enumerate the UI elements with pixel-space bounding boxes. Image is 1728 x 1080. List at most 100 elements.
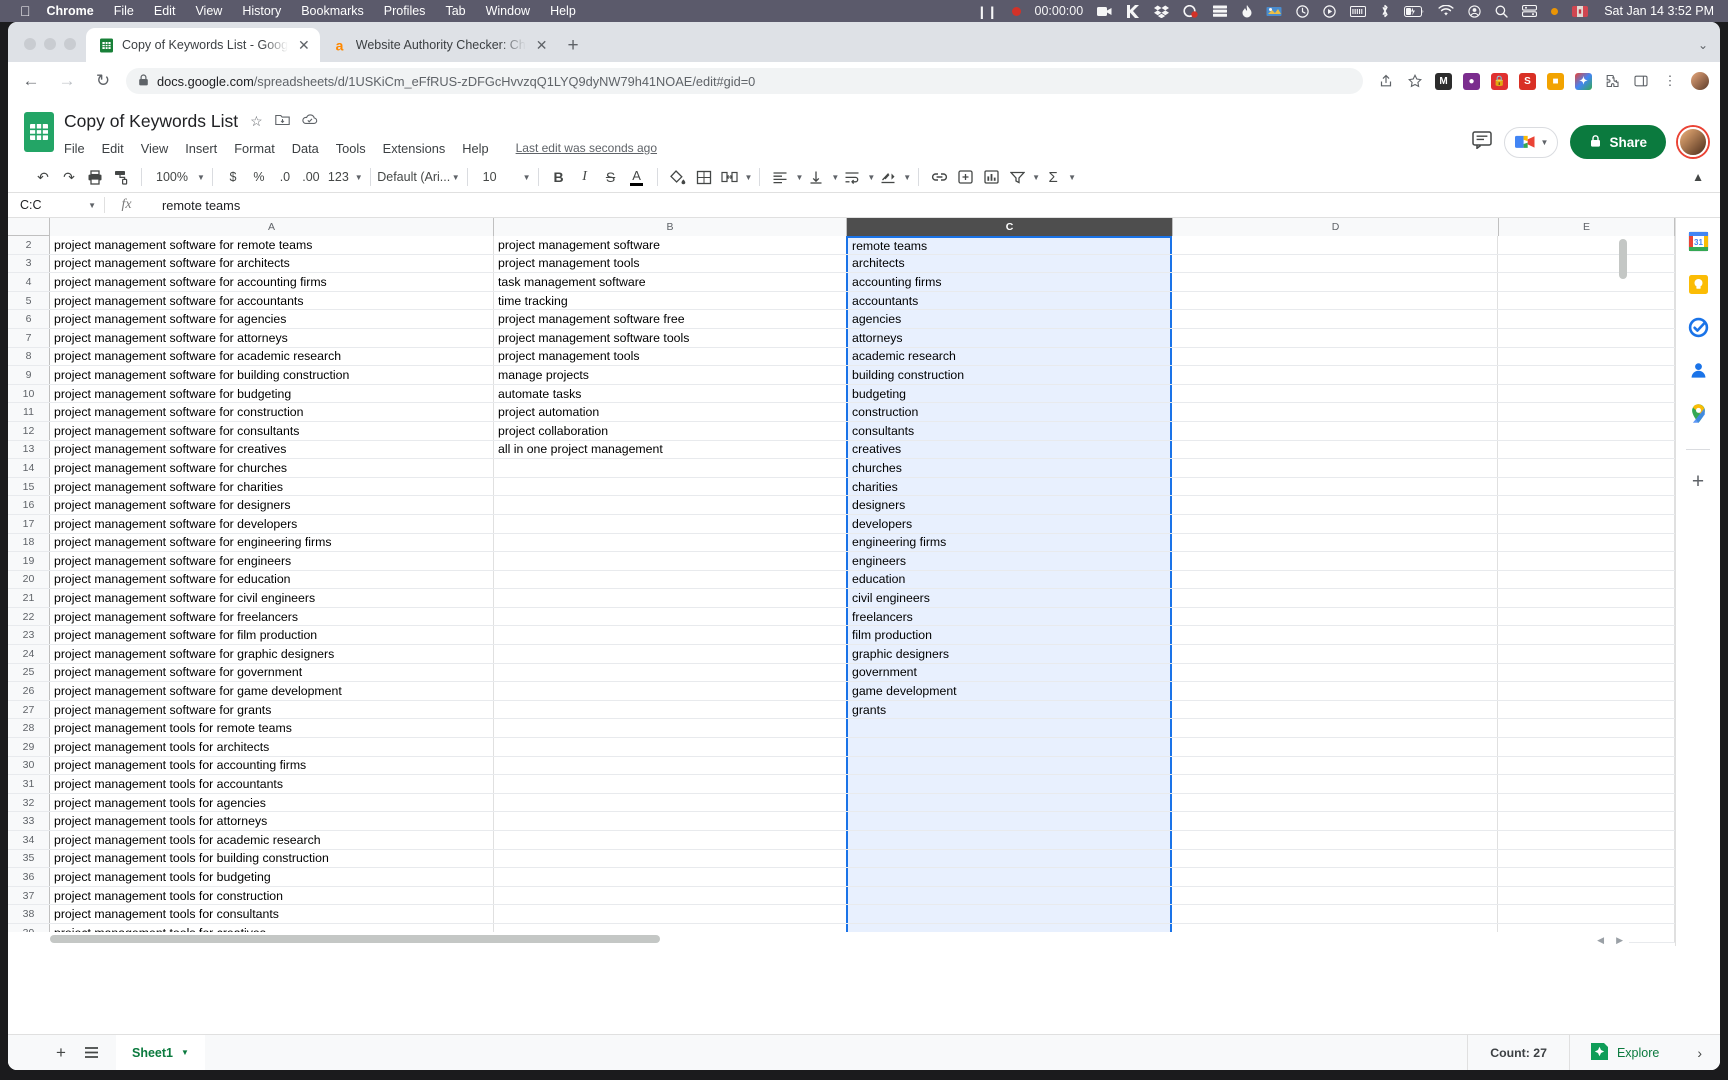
cell-E29[interactable] <box>1498 738 1675 756</box>
merge-cells-control[interactable]: ▼ <box>717 164 752 190</box>
row-header[interactable]: 23 <box>8 626 50 645</box>
sheets-menu-data[interactable]: Data <box>292 141 319 156</box>
cell-B36[interactable] <box>494 868 847 886</box>
cell-C36[interactable] <box>846 868 1172 886</box>
cell-B11[interactable]: project automation <box>494 403 847 421</box>
menu-bookmarks[interactable]: Bookmarks <box>301 4 364 18</box>
cell-C2[interactable]: remote teams <box>846 236 1172 254</box>
cell-B33[interactable] <box>494 812 847 830</box>
cell-B23[interactable] <box>494 626 847 645</box>
table-row[interactable]: 5 project management software for account… <box>8 291 1675 311</box>
last-edit-status[interactable]: Last edit was seconds ago <box>516 141 657 155</box>
cell-C12[interactable]: consultants <box>846 421 1172 440</box>
cell-A23[interactable]: project management software for film pro… <box>50 626 494 645</box>
paint-icon[interactable] <box>1266 5 1282 18</box>
table-row[interactable]: 23 project management software for film p… <box>8 626 1675 646</box>
tab-search-icon[interactable]: ⌄ <box>1698 38 1708 52</box>
insert-link-icon[interactable] <box>926 164 952 190</box>
cell-D33[interactable] <box>1172 812 1498 830</box>
cell-A38[interactable]: project management tools for consultants <box>50 905 494 923</box>
add-app-button[interactable]: + <box>1692 471 1704 492</box>
sheets-menu-extensions[interactable]: Extensions <box>383 141 446 156</box>
cell-E9[interactable] <box>1498 366 1675 384</box>
move-to-folder-icon[interactable] <box>274 113 290 129</box>
table-row[interactable]: 17 project management software for develo… <box>8 514 1675 534</box>
cell-C38[interactable] <box>846 905 1172 923</box>
cell-A35[interactable]: project management tools for building co… <box>50 849 494 868</box>
row-header[interactable]: 21 <box>8 589 50 607</box>
share-button[interactable]: Share <box>1570 125 1666 159</box>
table-row[interactable]: 35 project management tools for building … <box>8 849 1675 869</box>
cell-A37[interactable]: project management tools for constructio… <box>50 886 494 905</box>
row-header[interactable]: 2 <box>8 236 50 254</box>
cell-B7[interactable]: project management software tools <box>494 328 847 347</box>
horizontal-scroll-thumb[interactable] <box>50 935 660 943</box>
cell-A33[interactable]: project management tools for attorneys <box>50 812 494 830</box>
increase-decimal-button[interactable]: .00 <box>298 164 324 190</box>
cell-E5[interactable] <box>1498 291 1675 310</box>
cell-D9[interactable] <box>1172 366 1498 384</box>
row-header[interactable]: 35 <box>8 849 50 868</box>
row-header[interactable]: 10 <box>8 384 50 403</box>
cell-C37[interactable] <box>846 886 1172 905</box>
cell-B31[interactable] <box>494 775 847 793</box>
record-icon[interactable] <box>1011 6 1021 16</box>
cell-C26[interactable]: game development <box>846 682 1172 700</box>
flag-icon[interactable] <box>1572 5 1589 17</box>
cell-B26[interactable] <box>494 682 847 700</box>
browser-tab-ahrefs[interactable]: a Website Authority Checker: Ch ✕ <box>320 28 558 62</box>
expand-panel-button[interactable]: › <box>1679 1045 1720 1061</box>
vertical-scrollbar[interactable] <box>1617 237 1629 932</box>
column-header-b[interactable]: B <box>494 218 847 236</box>
table-row[interactable]: 19 project management software for engine… <box>8 552 1675 571</box>
cell-E25[interactable] <box>1498 663 1675 682</box>
cell-A29[interactable]: project management tools for architects <box>50 738 494 756</box>
row-header[interactable]: 20 <box>8 570 50 589</box>
add-sheet-button[interactable]: + <box>46 1043 76 1063</box>
cell-E14[interactable] <box>1498 459 1675 477</box>
cell-E4[interactable] <box>1498 273 1675 291</box>
cell-A31[interactable]: project management tools for accountants <box>50 775 494 793</box>
cell-D14[interactable] <box>1172 459 1498 477</box>
sheets-menu-file[interactable]: File <box>64 141 85 156</box>
clock-icon[interactable] <box>1296 4 1309 18</box>
cell-B3[interactable]: project management tools <box>494 254 847 273</box>
table-row[interactable]: 8 project management software for academi… <box>8 347 1675 367</box>
table-row[interactable]: 3 project management software for archite… <box>8 254 1675 274</box>
profile-avatar[interactable] <box>1690 71 1710 91</box>
insert-comment-icon[interactable] <box>952 164 978 190</box>
row-header[interactable]: 15 <box>8 477 50 496</box>
table-row[interactable]: 38 project management tools for consultan… <box>8 905 1675 924</box>
cell-E28[interactable] <box>1498 719 1675 738</box>
row-header[interactable]: 5 <box>8 291 50 310</box>
dropbox-icon[interactable] <box>1154 5 1170 18</box>
pause-icon[interactable]: ❙❙ <box>977 4 998 19</box>
name-box[interactable]: C:C ▼ <box>8 198 104 212</box>
table-row[interactable]: 11 project management software for constr… <box>8 403 1675 422</box>
cell-A22[interactable]: project management software for freelanc… <box>50 607 494 626</box>
table-row[interactable]: 29 project management tools for architect… <box>8 738 1675 757</box>
cell-D11[interactable] <box>1172 403 1498 421</box>
colorful-extension-icon[interactable]: ✦ <box>1575 72 1592 90</box>
table-row[interactable]: 18 project management software for engine… <box>8 533 1675 553</box>
table-row[interactable]: 27 project management software for grants… <box>8 700 1675 720</box>
cell-B19[interactable] <box>494 552 847 570</box>
menu-edit[interactable]: Edit <box>154 4 176 18</box>
cell-D22[interactable] <box>1172 607 1498 626</box>
lock-extension-icon[interactable]: 🔒 <box>1491 72 1508 90</box>
table-row[interactable]: 34 project management tools for academic … <box>8 831 1675 850</box>
cell-B27[interactable] <box>494 700 847 719</box>
cell-A20[interactable]: project management software for educatio… <box>50 570 494 589</box>
google-keep-icon[interactable] <box>1687 273 1709 295</box>
cell-C20[interactable]: education <box>846 570 1172 589</box>
table-row[interactable]: 9 project management software for buildin… <box>8 366 1675 385</box>
italic-button[interactable]: I <box>572 164 598 190</box>
battery-icon[interactable] <box>1404 5 1424 17</box>
cell-A25[interactable]: project management software for governme… <box>50 663 494 682</box>
bold-button[interactable]: B <box>546 164 572 190</box>
cell-C13[interactable]: creatives <box>846 440 1172 459</box>
functions-control[interactable]: Σ ▼ <box>1040 164 1076 190</box>
cell-A28[interactable]: project management tools for remote team… <box>50 719 494 738</box>
cell-E17[interactable] <box>1498 514 1675 533</box>
row-header[interactable]: 34 <box>8 831 50 849</box>
